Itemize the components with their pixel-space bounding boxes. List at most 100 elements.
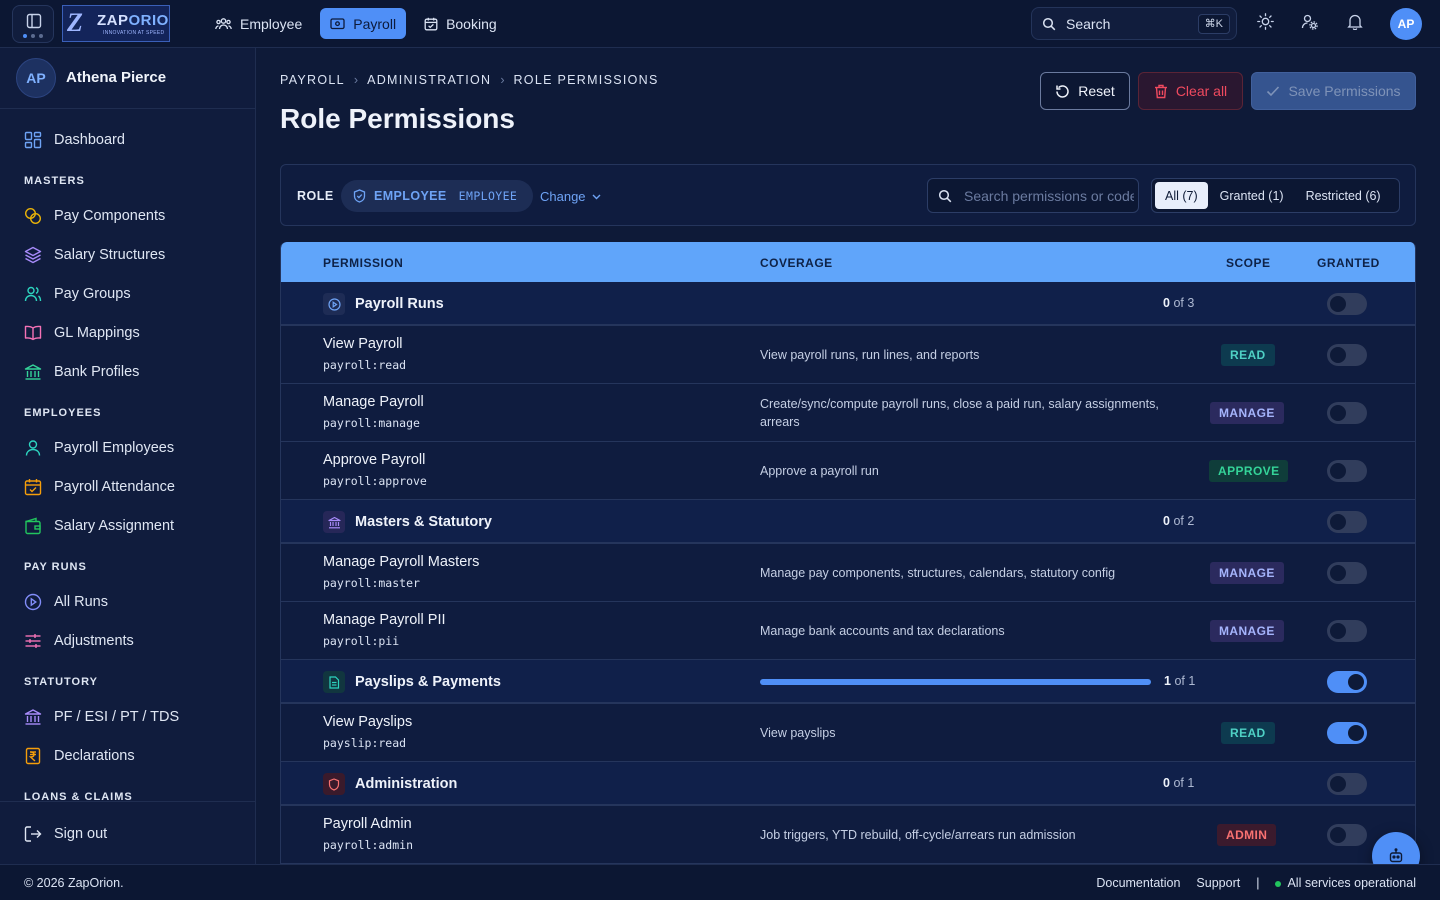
- footer-separator: |: [1256, 876, 1260, 890]
- group-title: Administration: [355, 776, 458, 792]
- group-title: Masters & Statutory: [355, 514, 492, 530]
- column-granted: GRANTED: [1317, 256, 1380, 270]
- permission-name: Approve Payroll: [323, 452, 426, 468]
- status-indicator: All services operational: [1275, 876, 1416, 890]
- sidebar-item-adjustments[interactable]: Adjustments: [24, 629, 134, 653]
- permission-toggle[interactable]: [1327, 460, 1367, 482]
- scope-badge: MANAGE: [1210, 402, 1284, 424]
- permission-code: payroll:pii: [323, 634, 400, 648]
- top-bar: Z ZAPORION INNOVATION AT SPEED Employee …: [0, 0, 1440, 48]
- breadcrumb-administration[interactable]: ADMINISTRATION: [367, 73, 491, 87]
- sidebar-item-salary-structures[interactable]: Salary Structures: [24, 243, 165, 267]
- permission-toggle[interactable]: [1327, 562, 1367, 584]
- column-scope: SCOPE: [1226, 256, 1271, 270]
- group-title: Payroll Runs: [355, 296, 444, 312]
- user-avatar[interactable]: AP: [1390, 8, 1422, 40]
- page-title: Role Permissions: [280, 103, 515, 134]
- documentation-link[interactable]: Documentation: [1096, 876, 1180, 890]
- users-icon: [215, 17, 232, 31]
- book-icon: [24, 324, 42, 342]
- group-toggle[interactable]: [1327, 293, 1367, 315]
- breadcrumb-role-permissions: ROLE PERMISSIONS: [513, 73, 659, 87]
- sidebar-item-declarations[interactable]: Declarations: [24, 744, 135, 768]
- permission-code: payroll:approve: [323, 474, 427, 488]
- sidebar-item-pay-components[interactable]: Pay Components: [24, 204, 165, 228]
- sidebar-item-pay-groups[interactable]: Pay Groups: [24, 282, 131, 306]
- scope-badge: READ: [1221, 344, 1275, 366]
- group-count: 1 of 1: [1164, 674, 1196, 688]
- chevron-right-icon: ›: [353, 73, 359, 87]
- filter-restricted[interactable]: Restricted (6): [1296, 182, 1391, 209]
- bank-icon: [24, 363, 42, 381]
- play-circle-icon: [323, 293, 345, 315]
- sidebar-item-payroll-attendance[interactable]: Payroll Attendance: [24, 475, 175, 499]
- change-role-button[interactable]: Change: [540, 189, 601, 204]
- permission-search-input[interactable]: [964, 187, 1134, 204]
- role-label: ROLE: [297, 189, 334, 203]
- permission-coverage: View payroll runs, run lines, and report…: [760, 348, 980, 362]
- calendar-icon: [424, 17, 438, 31]
- sidebar-item-payroll-employees[interactable]: Payroll Employees: [24, 436, 174, 460]
- nav-tab-booking[interactable]: Booking: [414, 8, 507, 39]
- sign-out-button[interactable]: Sign out: [24, 822, 107, 846]
- permission-name: Manage Payroll: [323, 394, 424, 410]
- section-pay-runs: PAY RUNS: [24, 561, 87, 573]
- permission-code: payroll:master: [323, 576, 420, 590]
- bank-icon: [323, 511, 345, 533]
- divider: [0, 801, 255, 802]
- logout-icon: [24, 825, 42, 843]
- sidebar-toggle-button[interactable]: [12, 5, 54, 43]
- check-icon: [1266, 85, 1280, 97]
- permission-name: Payroll Admin: [323, 816, 412, 832]
- group-row-masters-statutory: Masters & Statutory 0 of 2: [281, 500, 1415, 544]
- chevron-down-icon: [592, 194, 601, 200]
- sidebar-item-all-runs[interactable]: All Runs: [24, 590, 108, 614]
- permission-name: View Payroll: [323, 336, 403, 352]
- support-link[interactable]: Support: [1196, 876, 1240, 890]
- permission-toggle[interactable]: [1327, 824, 1367, 846]
- group-toggle[interactable]: [1327, 511, 1367, 533]
- table-row: View Payroll payroll:read View payroll r…: [281, 326, 1415, 384]
- group-toggle[interactable]: [1327, 671, 1367, 693]
- sidebar-item-pf-esi[interactable]: PF / ESI / PT / TDS: [24, 705, 179, 729]
- bank-icon: [24, 708, 42, 726]
- sidebar-item-salary-assignment[interactable]: Salary Assignment: [24, 514, 174, 538]
- sidebar-item-bank-profiles[interactable]: Bank Profiles: [24, 360, 139, 384]
- nav-tab-employee[interactable]: Employee: [205, 8, 312, 39]
- chevron-right-icon: ›: [500, 73, 505, 87]
- permission-name: Manage Payroll Masters: [323, 554, 480, 570]
- permission-toggle[interactable]: [1327, 402, 1367, 424]
- nav-tab-payroll[interactable]: Payroll: [320, 8, 407, 39]
- search-icon: [938, 189, 952, 203]
- permission-toggle[interactable]: [1327, 722, 1367, 744]
- global-search[interactable]: Search ⌘K: [1031, 7, 1237, 40]
- shield-icon: [323, 773, 345, 795]
- sidebar-item-gl-mappings[interactable]: GL Mappings: [24, 321, 140, 345]
- breadcrumb-payroll[interactable]: PAYROLL: [280, 73, 345, 87]
- theme-sun-icon[interactable]: [1257, 13, 1274, 30]
- filter-granted[interactable]: Granted (1): [1210, 182, 1294, 209]
- wallet-icon: [24, 517, 42, 535]
- filter-all[interactable]: All (7): [1155, 182, 1208, 209]
- column-permission: PERMISSION: [323, 256, 404, 270]
- user-settings-icon[interactable]: [1301, 13, 1318, 30]
- reset-button[interactable]: Reset: [1040, 72, 1130, 110]
- group-toggle[interactable]: [1327, 773, 1367, 795]
- top-nav: Employee Payroll Booking: [205, 8, 507, 39]
- group-progress-bar: [760, 679, 1151, 685]
- permission-code: payroll:manage: [323, 416, 420, 430]
- table-row: Manage Payroll Masters payroll:master Ma…: [281, 544, 1415, 602]
- layers-icon: [24, 246, 42, 264]
- app-logo[interactable]: Z ZAPORION INNOVATION AT SPEED: [62, 5, 170, 42]
- permission-toggle[interactable]: [1327, 344, 1367, 366]
- sidebar-item-dashboard[interactable]: Dashboard: [24, 128, 125, 152]
- bell-icon[interactable]: [1347, 13, 1363, 30]
- dashboard-icon: [24, 131, 42, 149]
- permission-filter: All (7) Granted (1) Restricted (6): [1151, 178, 1400, 213]
- permission-toggle[interactable]: [1327, 620, 1367, 642]
- sidebar-user[interactable]: AP Athena Pierce: [0, 48, 255, 109]
- clear-all-button[interactable]: Clear all: [1138, 72, 1243, 110]
- table-row: Manage Payroll PII payroll:pii Manage ba…: [281, 602, 1415, 660]
- section-statutory: STATUTORY: [24, 676, 98, 688]
- save-permissions-button[interactable]: Save Permissions: [1251, 72, 1416, 110]
